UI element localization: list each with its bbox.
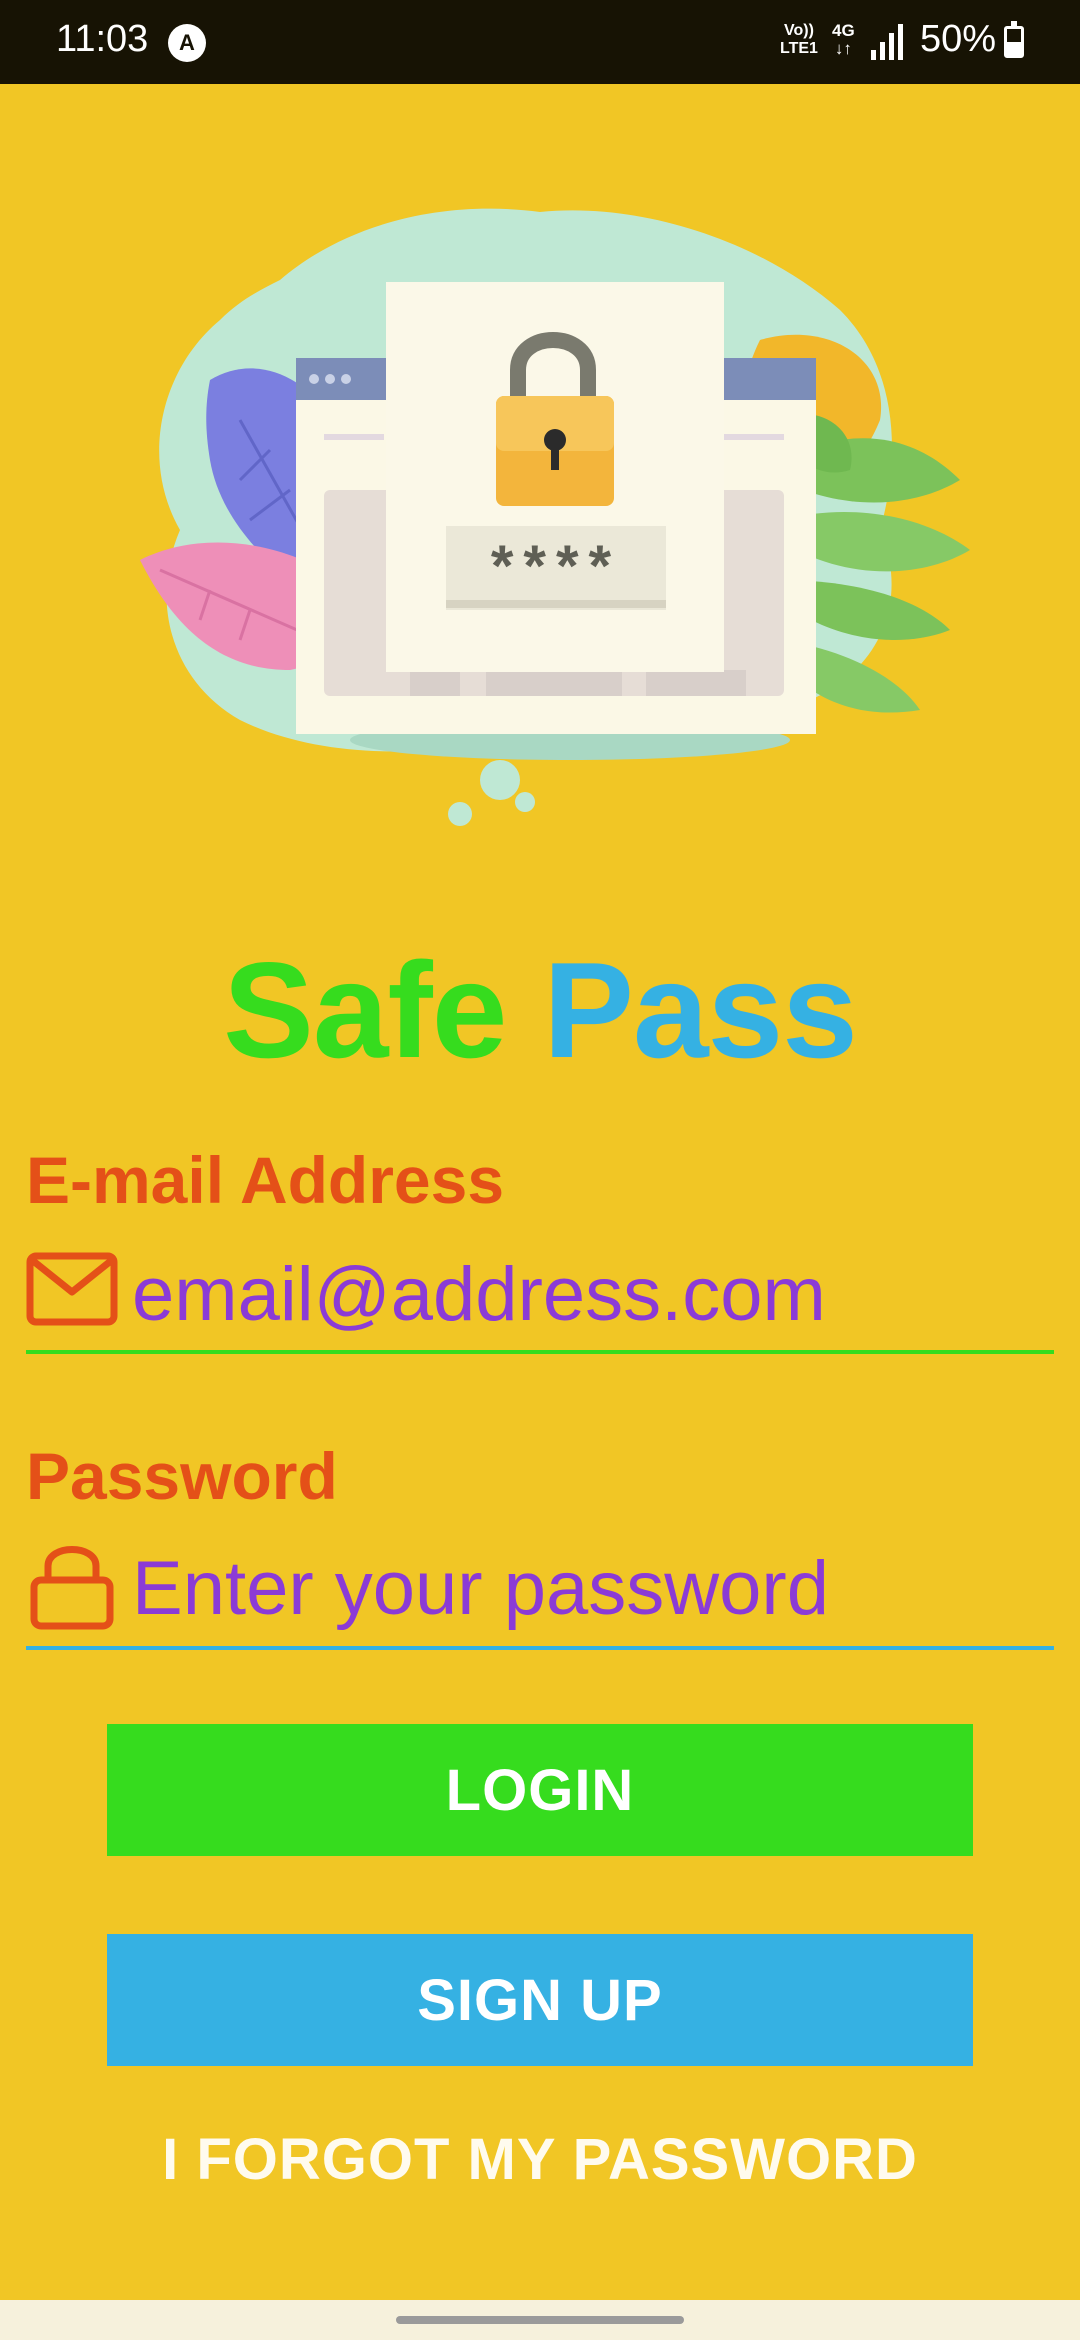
network-arrows-icon: ↓↑ [834,39,852,58]
mail-icon [26,1252,118,1326]
email-underline [26,1350,1054,1354]
password-field-row[interactable] [26,1538,1054,1638]
home-handle[interactable] [396,2316,684,2324]
app-title: Safe Pass [0,930,1080,1090]
title-part-safe: Safe [223,934,507,1086]
password-label: Password [26,1439,338,1513]
battery-fill [1007,42,1021,55]
signal-icon [871,24,903,60]
status-time: 11:03 [56,18,149,60]
email-label: E-mail Address [26,1143,505,1217]
network-type: 4G [832,21,855,40]
password-mask: **** [491,534,621,599]
battery-percent: 50% [920,18,997,60]
volte-line1: Vo)) [784,22,814,39]
sign-up-button[interactable]: SIGN UP [107,1934,973,2066]
login-button[interactable]: LOGIN [107,1724,973,1856]
lock-icon [30,1546,114,1630]
password-underline [26,1646,1054,1650]
volte-line2: LTE1 [780,40,818,57]
navigation-bar [0,2300,1080,2340]
forgot-password-link[interactable]: I FORGOT MY PASSWORD [0,2124,1080,2196]
title-part-pass: Pass [543,934,858,1086]
volte-indicator: Vo)) LTE1 [780,22,818,58]
status-bar: 11:03 A Vo)) LTE1 4G ↓↑ 50% [0,0,1080,84]
email-input[interactable] [132,1244,1032,1344]
padlock-illustration: **** [140,208,970,826]
battery-icon [1004,21,1024,58]
password-input[interactable] [132,1538,1032,1638]
network-indicator: 4G ↓↑ [832,22,855,58]
email-field-row[interactable] [26,1244,1054,1344]
auto-badge-icon: A [168,24,206,62]
